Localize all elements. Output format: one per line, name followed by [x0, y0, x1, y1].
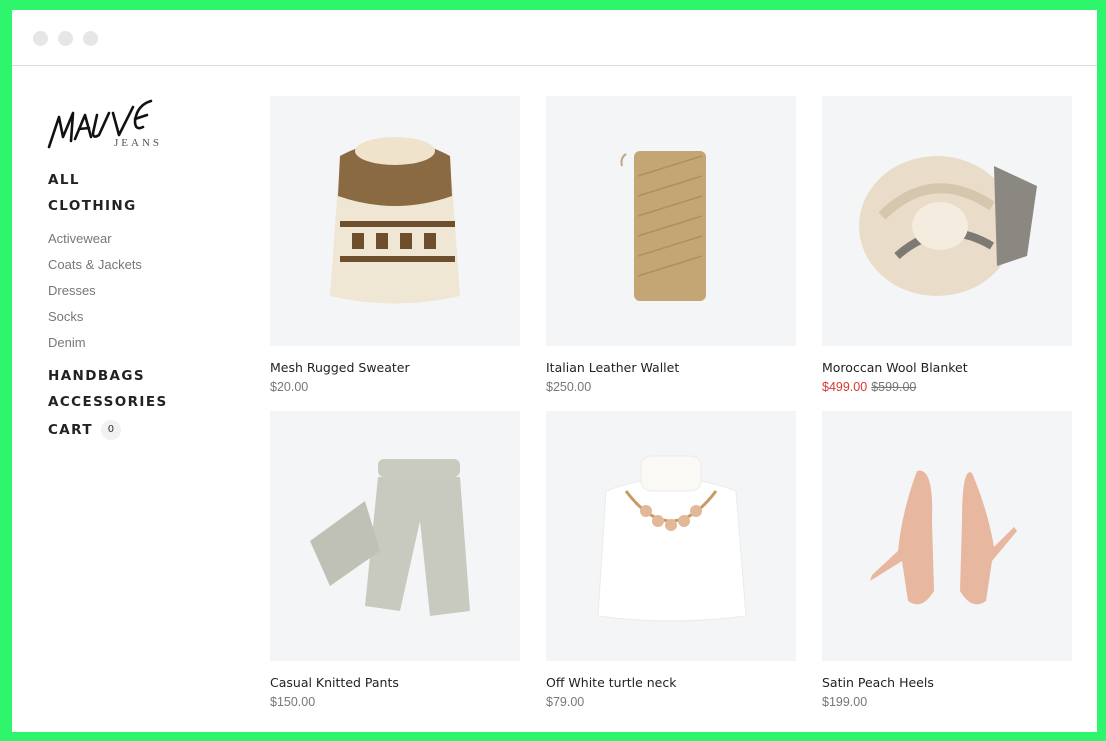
product-card-pants[interactable]: Casual Knitted Pants $150.00 [270, 411, 520, 709]
cart-count-badge: 0 [100, 420, 121, 440]
product-name[interactable]: Italian Leather Wallet [546, 360, 796, 375]
turtleneck-image [597, 455, 747, 622]
product-card-heels[interactable]: Satin Peach Heels $199.00 [822, 411, 1072, 709]
sale-price: $499.00 [822, 380, 868, 394]
brand-subtitle: JEANS [114, 137, 163, 149]
wallet-image [620, 151, 706, 301]
heels-image [870, 470, 1017, 605]
product-image-sweater[interactable] [270, 96, 520, 346]
product-card-blanket[interactable]: Moroccan Wool Blanket $499.00 $599.00 [822, 96, 1072, 394]
minimize-window-dot[interactable] [58, 31, 73, 46]
product-name[interactable]: Mesh Rugged Sweater [270, 360, 520, 375]
product-image-heels[interactable] [822, 411, 1072, 661]
product-card-wallet[interactable]: Italian Leather Wallet $250.00 [546, 96, 796, 394]
product-price: $79.00 [546, 695, 585, 709]
nav-item-cart[interactable]: CART 0 [48, 420, 121, 440]
product-image-blanket[interactable] [822, 96, 1072, 346]
nav-item-clothing[interactable]: CLOTHING [48, 198, 137, 214]
product-price: $20.00 [270, 380, 309, 394]
blanket-image [859, 156, 1037, 296]
maximize-window-dot[interactable] [83, 31, 98, 46]
nav-item-handbags[interactable]: HANDBAGS [48, 368, 145, 384]
product-name[interactable]: Casual Knitted Pants [270, 675, 520, 690]
window-titlebar [12, 10, 1097, 66]
original-price: $599.00 [871, 380, 917, 394]
brand-logo[interactable]: JEANS [47, 95, 177, 155]
nav-item-accessories[interactable]: ACCESSORIES [48, 394, 168, 410]
nav-sub-item-activewear[interactable]: Activewear [48, 231, 112, 246]
close-window-dot[interactable] [33, 31, 48, 46]
nav-sub-item-socks[interactable]: Socks [48, 309, 83, 324]
sweater-image [330, 137, 460, 304]
product-image-pants[interactable] [270, 411, 520, 661]
product-name[interactable]: Satin Peach Heels [822, 675, 1072, 690]
product-card-turtleneck[interactable]: Off White turtle neck $79.00 [546, 411, 796, 709]
pants-image [310, 459, 470, 616]
product-price: $199.00 [822, 695, 868, 709]
browser-window: JEANS ALL CLOTHING Activewear Coats & Ja… [12, 10, 1097, 732]
cart-label: CART [48, 422, 93, 438]
nav-item-all[interactable]: ALL [48, 172, 80, 188]
product-name[interactable]: Moroccan Wool Blanket [822, 360, 1072, 375]
product-image-wallet[interactable] [546, 96, 796, 346]
nav-sub-item-denim[interactable]: Denim [48, 335, 86, 350]
product-name[interactable]: Off White turtle neck [546, 675, 796, 690]
product-image-turtleneck[interactable] [546, 411, 796, 661]
product-price: $150.00 [270, 695, 316, 709]
product-price: $250.00 [546, 380, 592, 394]
product-price: $499.00 $599.00 [822, 380, 1072, 394]
nav-sub-item-coats-jackets[interactable]: Coats & Jackets [48, 257, 142, 272]
product-card-sweater[interactable]: Mesh Rugged Sweater $20.00 [270, 96, 520, 394]
nav-sub-item-dresses[interactable]: Dresses [48, 283, 96, 298]
